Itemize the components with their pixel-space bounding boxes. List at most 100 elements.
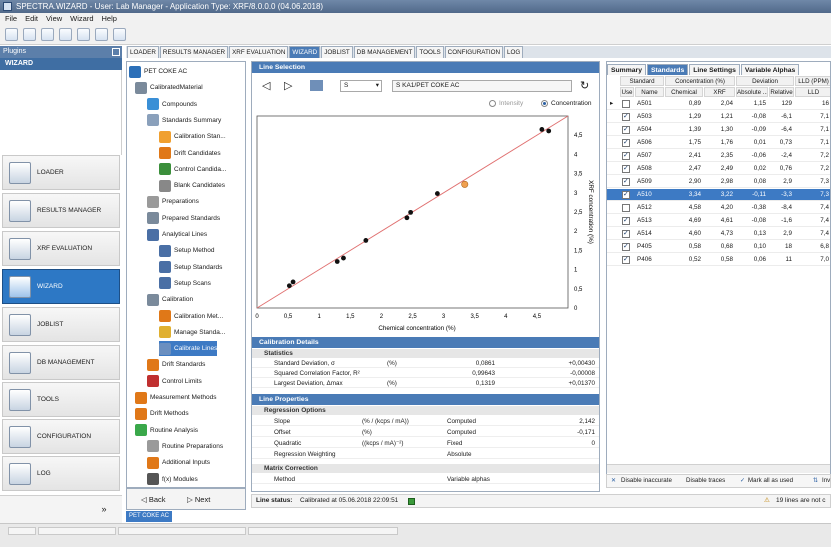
property-row[interactable]: Method Variable alphas bbox=[252, 475, 599, 484]
tab-summary[interactable]: Summary bbox=[607, 64, 646, 75]
radio-intensity[interactable]: Intensity bbox=[489, 100, 523, 107]
chart-mode-icon[interactable] bbox=[310, 80, 323, 91]
disable-traces-button[interactable]: Disable traces bbox=[686, 475, 725, 487]
table-row[interactable]: P405 0,58 0,68 0,10 18 6,8 bbox=[607, 241, 830, 253]
user-icon[interactable] bbox=[77, 28, 90, 41]
table-row[interactable]: A506 1,75 1,76 0,01 0,73 7,1 bbox=[607, 137, 830, 149]
radio-concentration[interactable]: Concentration bbox=[541, 100, 591, 107]
property-row[interactable]: Standard Deviation, σ (%) 0,0861 +0,00430 bbox=[252, 359, 599, 368]
table-row[interactable]: A503 1,29 1,21 -0,08 -6,1 7,1 bbox=[607, 111, 830, 123]
tree-node[interactable]: Calibration bbox=[147, 292, 193, 307]
data-point[interactable] bbox=[404, 215, 410, 221]
data-point[interactable] bbox=[290, 279, 296, 285]
invert-button[interactable]: Inv bbox=[822, 475, 830, 487]
tab-configuration[interactable]: CONFIGURATION bbox=[444, 46, 504, 58]
tree-node[interactable]: Additional Inputs bbox=[147, 455, 210, 470]
menu-help[interactable]: Help bbox=[102, 13, 117, 25]
tree-node[interactable]: Routine Analysis bbox=[135, 423, 198, 438]
flask-icon[interactable] bbox=[95, 28, 108, 41]
column-absolute[interactable]: Absolute ... bbox=[736, 87, 768, 97]
property-row[interactable]: Squared Correlation Factor, R² 0,99643 -0,… bbox=[252, 369, 599, 378]
table-row[interactable]: A512 4,58 4,20 -0,38 -8,4 7,4 bbox=[607, 202, 830, 214]
data-point[interactable] bbox=[341, 255, 346, 261]
table-row[interactable]: A510 3,34 3,22 -0,11 -3,3 7,3 bbox=[607, 189, 830, 201]
tree-node[interactable]: Compounds bbox=[147, 97, 197, 112]
save-as-icon[interactable] bbox=[59, 28, 72, 41]
table-row[interactable]: A509 2,90 2,98 0,08 2,9 7,3 bbox=[607, 176, 830, 188]
column-relative[interactable]: Relative bbox=[769, 87, 794, 97]
breadcrumb[interactable]: PET COKE AC bbox=[126, 511, 172, 522]
table-row[interactable]: A508 2,47 2,49 0,02 0,76 7,2 bbox=[607, 163, 830, 175]
open-folder-icon[interactable] bbox=[23, 28, 36, 41]
table-row[interactable]: ▸ A501 0,89 2,04 1,15 129 16 bbox=[607, 98, 830, 110]
plugin-joblist[interactable]: JOBLIST bbox=[2, 307, 120, 342]
table-row[interactable]: A514 4,60 4,73 0,13 2,9 7,4 bbox=[607, 228, 830, 240]
plugin-configuration[interactable]: CONFIGURATION bbox=[2, 419, 120, 454]
use-checkbox[interactable] bbox=[622, 150, 630, 162]
use-checkbox[interactable] bbox=[622, 163, 630, 175]
tree-node[interactable]: Blank Candidates bbox=[159, 178, 225, 193]
horizontal-scrollbar[interactable] bbox=[607, 464, 830, 473]
use-checkbox[interactable] bbox=[622, 189, 630, 201]
data-point[interactable] bbox=[363, 238, 369, 243]
new-icon[interactable] bbox=[5, 28, 18, 41]
use-checkbox[interactable] bbox=[622, 111, 630, 123]
tree-node[interactable]: Manage Standa... bbox=[159, 325, 225, 340]
warning-text[interactable]: 19 lines are not c bbox=[776, 495, 826, 507]
tree-node[interactable]: Standards Summary bbox=[147, 113, 221, 128]
column-lld[interactable]: LLD bbox=[795, 87, 830, 97]
element-select[interactable]: S ▾ bbox=[340, 80, 382, 92]
tree-node[interactable]: Measurement Methods bbox=[135, 390, 216, 405]
tab-results-manager[interactable]: RESULTS MANAGER bbox=[159, 46, 229, 58]
line-select[interactable]: S KA1/PET COKE AC bbox=[392, 80, 572, 92]
tree-node[interactable]: Control Candida... bbox=[159, 162, 226, 177]
use-checkbox[interactable] bbox=[622, 100, 630, 108]
chevron-down-icon[interactable]: » bbox=[96, 504, 112, 518]
use-checkbox[interactable] bbox=[622, 124, 630, 136]
plugin-xrf-evaluation[interactable]: XRF EVALUATION bbox=[2, 231, 120, 266]
data-point[interactable] bbox=[434, 191, 440, 196]
property-row[interactable]: Slope (% / (kcps / mA)) Computed 2,142 bbox=[252, 417, 599, 426]
tree-node[interactable]: Analytical Lines bbox=[147, 227, 207, 242]
next-line-icon[interactable]: ▷ bbox=[284, 79, 292, 92]
data-point[interactable] bbox=[539, 127, 545, 132]
data-point[interactable] bbox=[546, 128, 552, 134]
plugin-wizard[interactable]: WIZARD bbox=[2, 269, 120, 304]
plugin-log[interactable]: LOG bbox=[2, 456, 120, 491]
tree-node[interactable]: Routine Preparations bbox=[147, 439, 223, 454]
use-checkbox[interactable] bbox=[622, 215, 630, 227]
table-row[interactable]: A504 1,39 1,30 -0,09 -6,4 7,1 bbox=[607, 124, 830, 136]
tree-node[interactable]: Calibration Stan... bbox=[159, 129, 226, 144]
tree-node[interactable]: Drift Standards bbox=[147, 357, 205, 372]
use-checkbox[interactable] bbox=[622, 137, 630, 149]
save-icon[interactable] bbox=[41, 28, 54, 41]
tab-joblist[interactable]: JOBLIST bbox=[321, 46, 353, 58]
plugin-tools[interactable]: TOOLS bbox=[2, 382, 120, 417]
highlighted-data-point[interactable] bbox=[461, 180, 469, 188]
tree-node[interactable]: Prepared Standards bbox=[147, 211, 220, 226]
tab-db-management[interactable]: DB MANAGEMENT bbox=[353, 46, 416, 58]
previous-line-icon[interactable]: ◁ bbox=[262, 79, 270, 92]
data-point[interactable] bbox=[286, 283, 292, 289]
plugin-loader[interactable]: LOADER bbox=[2, 155, 120, 190]
use-checkbox[interactable] bbox=[622, 241, 630, 253]
tree-node[interactable]: Setup Standards bbox=[159, 260, 222, 275]
tab-wizard[interactable]: WIZARD bbox=[289, 46, 321, 58]
use-checkbox[interactable] bbox=[622, 254, 630, 266]
use-checkbox[interactable] bbox=[622, 204, 630, 212]
mark-all-used-button[interactable]: Mark all as used bbox=[748, 475, 793, 487]
refresh-icon[interactable]: ↻ bbox=[580, 79, 589, 92]
menu-file[interactable]: File bbox=[5, 13, 17, 25]
use-checkbox[interactable] bbox=[622, 228, 630, 240]
plugin-results-manager[interactable]: RESULTS MANAGER bbox=[2, 193, 120, 228]
tab-tools[interactable]: TOOLS bbox=[416, 46, 444, 58]
column-use[interactable]: Use bbox=[620, 87, 634, 97]
tree-node[interactable]: Calibration Met... bbox=[159, 309, 223, 324]
tree-node[interactable]: Control Limits bbox=[147, 374, 202, 389]
tab-line-settings[interactable]: Line Settings bbox=[689, 64, 740, 75]
tree-node[interactable]: CalibratedMaterial bbox=[135, 80, 203, 95]
tree-node[interactable]: f(x) Modules bbox=[147, 472, 198, 487]
property-row[interactable]: Regression Weighting Absolute bbox=[252, 450, 599, 459]
tree-node[interactable]: Drift Candidates bbox=[159, 146, 221, 161]
menu-edit[interactable]: Edit bbox=[25, 13, 38, 25]
